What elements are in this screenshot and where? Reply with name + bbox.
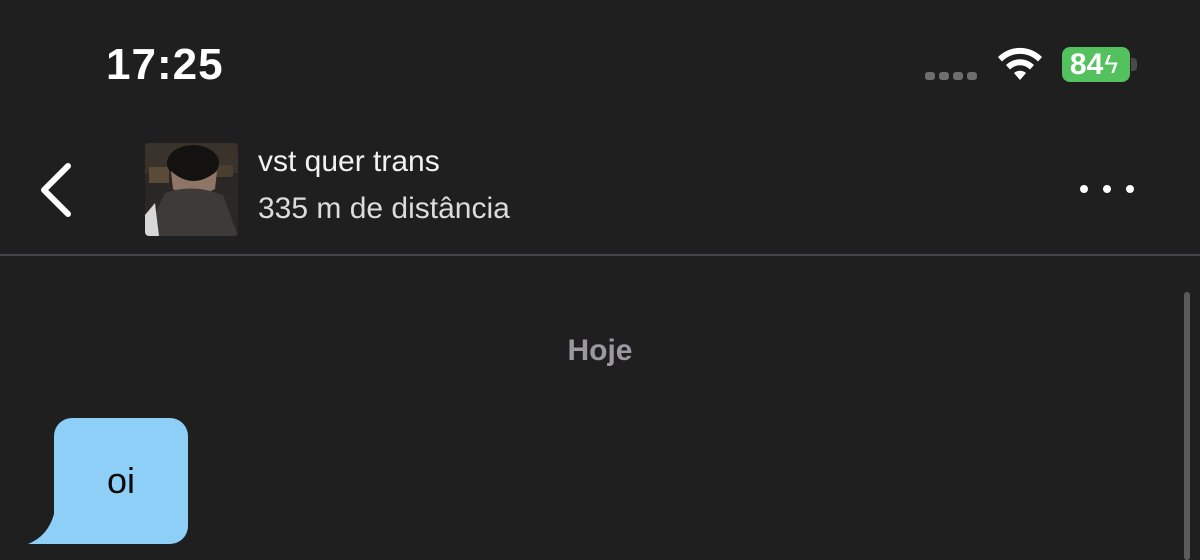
header-divider — [0, 254, 1200, 256]
date-separator: Hoje — [567, 334, 633, 367]
contact-distance: 335 m de distância — [258, 192, 510, 225]
contact-name[interactable]: vst quer trans — [258, 145, 440, 179]
ellipsis-icon — [1103, 185, 1111, 193]
message-bubble[interactable]: oi — [54, 418, 188, 544]
bubble-tail — [28, 514, 56, 544]
ellipsis-icon — [1126, 185, 1134, 193]
signal-dots-icon — [925, 72, 977, 80]
chevron-left-icon[interactable] — [34, 160, 78, 220]
status-time: 17:25 — [106, 40, 224, 89]
avatar[interactable] — [145, 143, 238, 236]
ellipsis-icon — [1080, 185, 1088, 193]
scrollbar[interactable] — [1184, 292, 1190, 560]
battery-percent: 84 — [1069, 47, 1104, 81]
avatar-photo — [145, 143, 238, 236]
bolt-icon: ϟ — [1104, 49, 1119, 79]
battery-indicator: 84 ϟ — [1062, 47, 1130, 82]
more-options-button[interactable] — [1074, 172, 1140, 206]
message-text: oi — [106, 460, 136, 501]
wifi-icon — [998, 47, 1042, 80]
battery-tip — [1131, 58, 1137, 71]
